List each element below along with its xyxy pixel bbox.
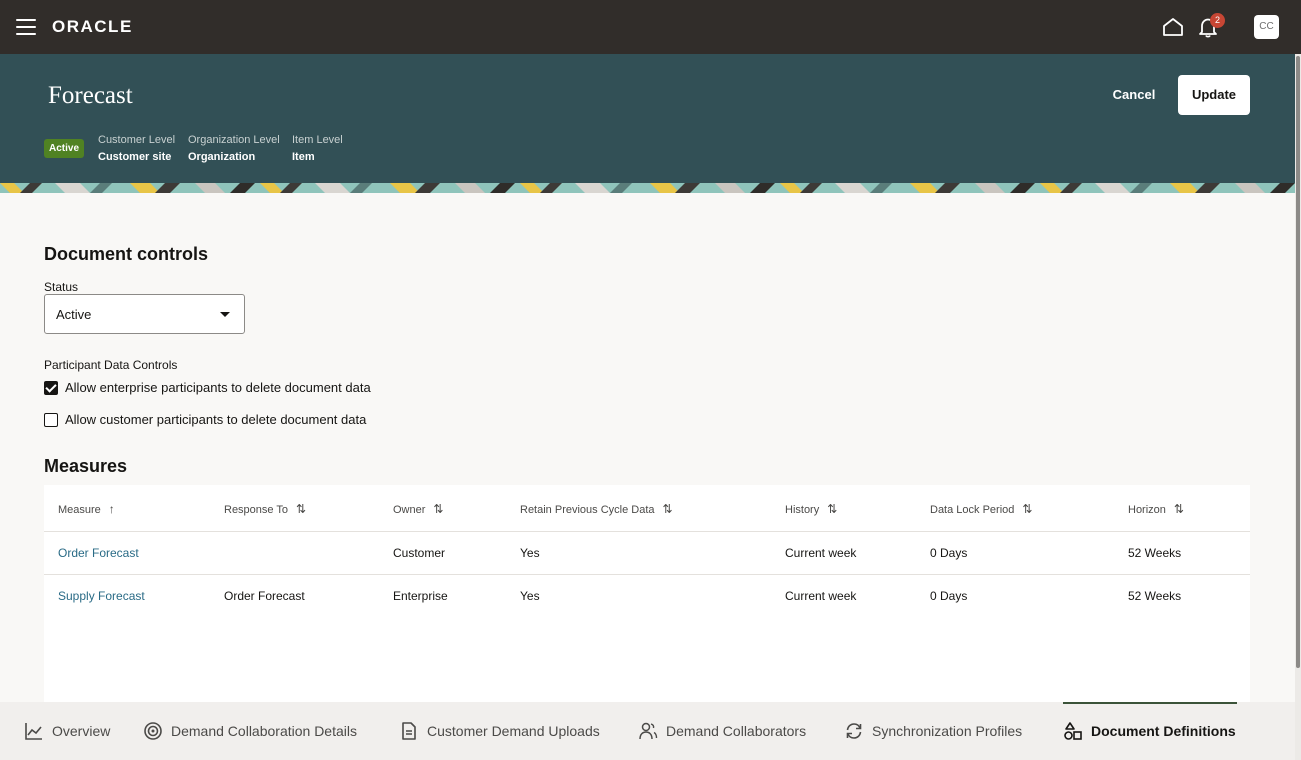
tab-label: Document Definitions bbox=[1091, 723, 1236, 739]
table-cell: 52 Weeks bbox=[1128, 546, 1182, 560]
measures-heading: Measures bbox=[44, 456, 128, 476]
decorative-pattern bbox=[0, 183, 1295, 193]
divider bbox=[44, 574, 1250, 575]
cancel-button[interactable]: Cancel bbox=[1104, 75, 1164, 115]
bottom-tab-bar: Overview Demand Collaboration Details Cu… bbox=[0, 702, 1295, 760]
notification-badge: 2 bbox=[1210, 13, 1225, 28]
tab-label: Overview bbox=[52, 723, 111, 739]
status-label: Status bbox=[44, 280, 79, 294]
shapes-icon bbox=[1064, 722, 1082, 740]
checkbox-label: Allow customer participants to delete do… bbox=[65, 412, 367, 427]
divider bbox=[44, 531, 1250, 532]
table-cell: 0 Days bbox=[930, 546, 968, 560]
checkbox-unchecked[interactable] bbox=[44, 413, 58, 427]
column-header-retain-previous[interactable]: Retain Previous Cycle Data ⇅ bbox=[520, 502, 673, 516]
column-header-response-to[interactable]: Response To ⇅ bbox=[224, 502, 306, 516]
column-header-horizon[interactable]: Horizon ⇅ bbox=[1128, 502, 1184, 516]
document-upload-icon bbox=[402, 722, 416, 740]
table-cell: Current week bbox=[785, 589, 857, 603]
sync-icon bbox=[846, 723, 862, 739]
table-cell: Yes bbox=[520, 589, 540, 603]
meta-value: Customer site bbox=[98, 151, 172, 163]
column-header-label: Response To bbox=[224, 504, 289, 516]
table-cell: Yes bbox=[520, 546, 540, 560]
column-header-label: History bbox=[785, 504, 820, 516]
column-header-history[interactable]: History ⇅ bbox=[785, 502, 837, 516]
column-header-owner[interactable]: Owner ⇅ bbox=[393, 502, 443, 516]
column-header-label: Owner bbox=[393, 504, 426, 516]
item-level-meta: Item Level Item bbox=[292, 134, 343, 163]
column-header-label: Retain Previous Cycle Data bbox=[520, 504, 655, 516]
tab-customer-demand-uploads[interactable]: Customer Demand Uploads bbox=[399, 702, 600, 760]
status-select-value: Active bbox=[56, 307, 92, 322]
customer-level-meta: Customer Level Customer site bbox=[98, 134, 175, 163]
column-header-label: Data Lock Period bbox=[930, 504, 1015, 516]
tab-overview[interactable]: Overview bbox=[24, 702, 110, 760]
meta-label: Customer Level bbox=[98, 134, 176, 146]
meta-value: Organization bbox=[188, 151, 256, 163]
measure-link[interactable]: Order Forecast bbox=[58, 546, 139, 560]
sort-icon[interactable]: ⇅ bbox=[827, 502, 837, 516]
sort-icon[interactable]: ⇅ bbox=[1174, 502, 1184, 516]
organization-level-meta: Organization Level Organization bbox=[188, 134, 280, 163]
document-controls-heading: Document controls bbox=[44, 244, 209, 264]
page-title: Forecast bbox=[48, 82, 133, 109]
column-header-measure[interactable]: Measure ↑ bbox=[58, 502, 115, 516]
meta-label: Item Level bbox=[292, 134, 343, 146]
meta-label: Organization Level bbox=[188, 134, 280, 146]
column-header-label: Horizon bbox=[1128, 504, 1166, 516]
sort-icon[interactable]: ⇅ bbox=[1022, 502, 1032, 516]
table-cell: Current week bbox=[785, 546, 857, 560]
status-badge: Active bbox=[44, 139, 85, 158]
home-icon[interactable] bbox=[1162, 17, 1184, 37]
menu-icon[interactable] bbox=[16, 19, 36, 35]
column-header-data-lock-period[interactable]: Data Lock Period ⇅ bbox=[930, 502, 1032, 516]
meta-value: Item bbox=[292, 151, 315, 163]
participant-data-controls-label: Participant Data Controls bbox=[44, 358, 178, 372]
status-select[interactable]: Active bbox=[44, 294, 245, 334]
table-cell: 52 Weeks bbox=[1128, 589, 1182, 603]
measures-table: Measure ↑ Response To ⇅ Owner ⇅ Retain Prev… bbox=[44, 485, 1250, 702]
page-header: Forecast Cancel Update Active Customer L… bbox=[0, 54, 1295, 183]
update-button[interactable]: Update bbox=[1178, 75, 1250, 115]
avatar[interactable]: CC bbox=[1254, 15, 1279, 39]
oracle-logo: ORACLE bbox=[52, 17, 133, 36]
active-tab-indicator bbox=[1063, 702, 1237, 704]
table-cell: Enterprise bbox=[393, 589, 448, 603]
tab-label: Customer Demand Uploads bbox=[427, 723, 600, 739]
chevron-down-icon bbox=[220, 312, 230, 317]
checkbox-label: Allow enterprise participants to delete … bbox=[65, 380, 371, 395]
table-cell: Customer bbox=[393, 546, 446, 560]
global-header: ORACLE 2 CC bbox=[0, 0, 1301, 54]
table-cell: Order Forecast bbox=[224, 589, 305, 603]
tab-label: Synchronization Profiles bbox=[872, 723, 1023, 739]
tab-demand-collaboration-details[interactable]: Demand Collaboration Details bbox=[143, 702, 357, 760]
column-header-label: Measure bbox=[58, 504, 101, 516]
sort-icon[interactable]: ⇅ bbox=[663, 502, 673, 516]
customer-delete-checkbox[interactable]: Allow customer participants to delete do… bbox=[44, 412, 424, 430]
sort-icon[interactable]: ⇅ bbox=[296, 502, 306, 516]
tab-document-definitions[interactable]: Document Definitions bbox=[1063, 702, 1236, 760]
chart-line-icon bbox=[25, 723, 42, 740]
tab-label: Demand Collaboration Details bbox=[171, 723, 357, 739]
sort-ascending-icon[interactable]: ↑ bbox=[109, 502, 115, 516]
tab-synchronization-profiles[interactable]: Synchronization Profiles bbox=[844, 702, 1022, 760]
tab-label: Demand Collaborators bbox=[666, 723, 807, 739]
tab-demand-collaborators[interactable]: Demand Collaborators bbox=[638, 702, 806, 760]
enterprise-delete-checkbox[interactable]: Allow enterprise participants to delete … bbox=[44, 380, 424, 398]
scrollbar-thumb[interactable] bbox=[1296, 56, 1300, 668]
users-icon bbox=[639, 722, 658, 740]
table-cell: 0 Days bbox=[930, 589, 968, 603]
measure-link[interactable]: Supply Forecast bbox=[58, 589, 145, 603]
checkbox-checked[interactable] bbox=[44, 381, 58, 395]
target-icon bbox=[144, 722, 162, 740]
sort-icon[interactable]: ⇅ bbox=[433, 502, 443, 516]
